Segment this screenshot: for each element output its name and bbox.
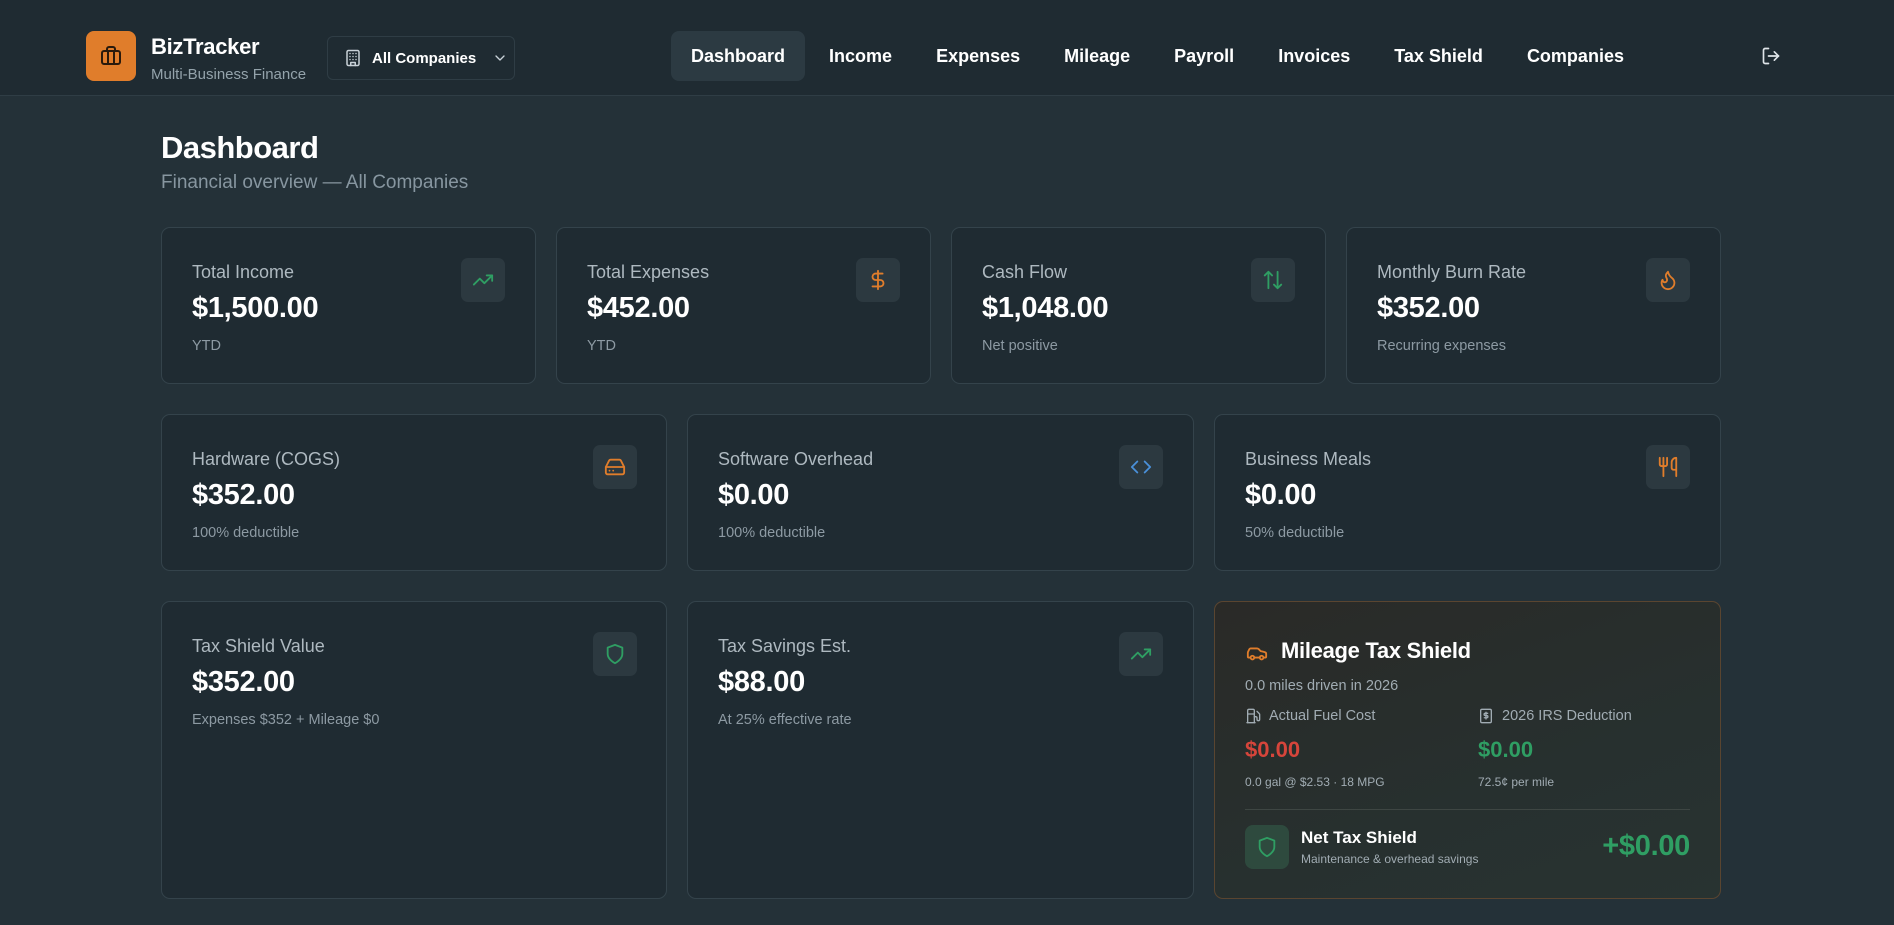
- hard-drive-icon: [593, 445, 637, 489]
- net-tax-shield-subtitle: Maintenance & overhead savings: [1301, 852, 1479, 866]
- stat-sub: 100% deductible: [718, 525, 826, 541]
- stat-label: Tax Shield Value: [192, 636, 325, 656]
- mileage-subtitle: 0.0 miles driven in 2026: [1245, 678, 1399, 694]
- stat-value: $1,048.00: [982, 292, 1109, 324]
- fuel-cost-label: Actual Fuel Cost: [1269, 708, 1376, 724]
- net-tax-shield-value: +$0.00: [1602, 830, 1690, 862]
- stat-value: $0.00: [718, 479, 790, 511]
- stat-sub: At 25% effective rate: [718, 712, 852, 728]
- stat-card-tax-savings: Tax Savings Est. $88.00 At 25% effective…: [687, 601, 1194, 899]
- fuel-cost-label-row: Actual Fuel Cost: [1245, 708, 1375, 724]
- page-subtitle: Financial overview — All Companies: [161, 172, 469, 193]
- nav-payroll[interactable]: Payroll: [1154, 31, 1254, 81]
- nav-income[interactable]: Income: [809, 31, 912, 81]
- top-bar: BizTracker Multi-Business Finance All Co…: [0, 0, 1894, 96]
- stat-sub: Net positive: [982, 338, 1058, 354]
- trending-up-icon: [1119, 632, 1163, 676]
- stat-sub: Expenses $352 + Mileage $0: [192, 712, 380, 728]
- fuel-pump-icon: [1245, 708, 1261, 724]
- stat-label: Cash Flow: [982, 262, 1068, 282]
- nav-tax-shield[interactable]: Tax Shield: [1374, 31, 1503, 81]
- code-icon: [1119, 445, 1163, 489]
- receipt-icon: [1478, 708, 1494, 724]
- nav-invoices[interactable]: Invoices: [1258, 31, 1370, 81]
- stat-card-total-income: Total Income $1,500.00 YTD: [161, 227, 536, 384]
- stat-value: $352.00: [192, 666, 295, 698]
- stat-card-cash-flow: Cash Flow $1,048.00 Net positive: [951, 227, 1326, 384]
- stat-value: $452.00: [587, 292, 690, 324]
- irs-deduction-label-row: 2026 IRS Deduction: [1478, 708, 1632, 724]
- net-tax-shield-title: Net Tax Shield: [1301, 828, 1417, 847]
- stat-card-tax-shield-value: Tax Shield Value $352.00 Expenses $352 +…: [161, 601, 667, 899]
- trending-up-icon: [461, 258, 505, 302]
- flame-icon: [1646, 258, 1690, 302]
- nav-dashboard[interactable]: Dashboard: [671, 31, 806, 81]
- stat-card-hardware: Hardware (COGS) $352.00 100% deductible: [161, 414, 667, 571]
- stat-label: Total Expenses: [587, 262, 710, 282]
- stat-value: $1,500.00: [192, 292, 319, 324]
- stat-label: Tax Savings Est.: [718, 636, 852, 656]
- car-icon: [1245, 642, 1269, 669]
- fuel-cost-value: $0.00: [1245, 737, 1301, 762]
- stat-label: Monthly Burn Rate: [1377, 262, 1527, 282]
- mileage-title: Mileage Tax Shield: [1281, 638, 1471, 663]
- stat-sub: 100% deductible: [192, 525, 300, 541]
- mileage-tax-shield-card: Mileage Tax Shield 0.0 miles driven in 2…: [1214, 601, 1721, 899]
- shield-icon: [593, 632, 637, 676]
- stat-card-software-overhead: Software Overhead $0.00 100% deductible: [687, 414, 1194, 571]
- irs-deduction-note: 72.5¢ per mile: [1478, 775, 1555, 789]
- stat-sub: YTD: [192, 338, 221, 354]
- stat-value: $352.00: [1377, 292, 1480, 324]
- arrows-up-down-icon: [1251, 258, 1295, 302]
- irs-deduction-value: $0.00: [1478, 737, 1534, 762]
- stat-sub: Recurring expenses: [1377, 338, 1506, 354]
- stat-card-monthly-burn-rate: Monthly Burn Rate $352.00 Recurring expe…: [1346, 227, 1721, 384]
- nav-mileage[interactable]: Mileage: [1044, 31, 1150, 81]
- main-nav: Dashboard Income Expenses Mileage Payrol…: [671, 31, 1648, 81]
- stat-value: $88.00: [718, 666, 805, 698]
- logout-icon[interactable]: [1760, 45, 1782, 67]
- building-icon: [344, 49, 362, 67]
- briefcase-logo-icon[interactable]: [86, 31, 136, 81]
- utensils-icon: [1646, 445, 1690, 489]
- fuel-cost-note: 0.0 gal @ $2.53 · 18 MPG: [1245, 775, 1385, 789]
- stat-value: $352.00: [192, 479, 295, 511]
- stat-card-business-meals: Business Meals $0.00 50% deductible: [1214, 414, 1721, 571]
- divider: [1245, 809, 1690, 810]
- shield-icon: [1245, 825, 1289, 869]
- irs-deduction-label: 2026 IRS Deduction: [1502, 708, 1632, 724]
- brand-subtitle: Multi-Business Finance: [151, 66, 307, 83]
- page-title: Dashboard: [161, 130, 319, 165]
- stat-label: Business Meals: [1245, 449, 1372, 469]
- company-selector[interactable]: All Companies: [327, 36, 515, 80]
- brand-name: BizTracker: [151, 34, 260, 59]
- stat-sub: 50% deductible: [1245, 525, 1345, 541]
- stat-sub: YTD: [587, 338, 616, 354]
- company-selector-value: All Companies: [372, 49, 477, 67]
- stat-label: Total Income: [192, 262, 295, 282]
- stat-card-total-expenses: Total Expenses $452.00 YTD: [556, 227, 931, 384]
- chevron-down-icon: [492, 50, 508, 66]
- nav-companies[interactable]: Companies: [1507, 31, 1644, 81]
- stat-value: $0.00: [1245, 479, 1317, 511]
- stat-label: Hardware (COGS): [192, 449, 341, 469]
- nav-expenses[interactable]: Expenses: [916, 31, 1040, 81]
- stat-label: Software Overhead: [718, 449, 874, 469]
- dollar-icon: [856, 258, 900, 302]
